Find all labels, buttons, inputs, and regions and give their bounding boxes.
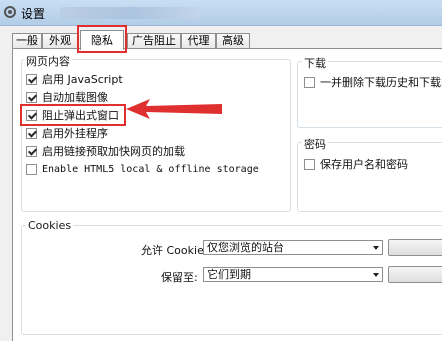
checkbox-box[interactable] <box>304 158 315 170</box>
window-title: 设置 <box>21 7 46 21</box>
download-group <box>297 61 442 128</box>
checkbox-label: Enable HTML5 local & offline storage <box>42 163 259 175</box>
checkbox-label: 启用链接预取加快网页的加载 <box>42 145 185 158</box>
tab-label: 隐私 <box>91 34 113 47</box>
keep-until-label: 保留至: <box>161 271 198 284</box>
checkbox-label: 自动加载图像 <box>42 91 108 104</box>
tab-advanced[interactable]: 高级 <box>216 33 250 49</box>
allow-cookies-select[interactable]: 仅您浏览的站台 <box>203 240 383 255</box>
checkbox-label: 启用 JavaScript <box>42 73 123 86</box>
tab-label: 代理 <box>187 34 210 47</box>
red-arrow-icon <box>126 99 222 119</box>
tab-label: 外观 <box>49 34 71 47</box>
title-bar: 设置 <box>0 0 442 26</box>
tab-label: 高级 <box>222 34 244 47</box>
tab-label: 一般 <box>16 34 38 47</box>
tab-proxy[interactable]: 代理 <box>181 33 216 49</box>
checkbox-enable-plugins[interactable]: 启用外挂程序 <box>26 126 108 140</box>
checkbox-box[interactable] <box>26 91 37 103</box>
chevron-down-icon <box>373 246 379 250</box>
tab-appearance[interactable]: 外观 <box>42 33 78 49</box>
password-title: 密码 <box>302 136 328 152</box>
checkbox-link-prefetch[interactable]: 启用链接预取加快网页的加载 <box>26 144 185 158</box>
checkbox-enable-javascript[interactable]: 启用 JavaScript <box>26 72 123 86</box>
checkbox-block-popups[interactable]: 阻止弹出式窗口 <box>26 108 119 122</box>
settings-app-icon <box>4 6 16 18</box>
keep-until-side-button[interactable] <box>388 266 442 283</box>
keep-until-select[interactable]: 它们到期 <box>203 267 383 282</box>
blurred-title-region <box>60 7 200 19</box>
keep-until-value: 它们到期 <box>207 268 251 281</box>
password-group <box>297 142 442 212</box>
tab-privacy[interactable]: 隐私 <box>80 30 124 50</box>
checkbox-label: 阻止弹出式窗口 <box>42 109 119 122</box>
checkbox-box[interactable] <box>26 109 37 121</box>
checkbox-label: 启用外挂程序 <box>42 127 108 140</box>
checkbox-box[interactable] <box>26 73 37 85</box>
allow-cookies-value: 仅您浏览的站台 <box>207 241 284 254</box>
web-content-title: 网页内容 <box>24 53 72 69</box>
checkbox-label: 一并删除下载历史和下载的文 <box>320 76 442 89</box>
allow-cookies-side-button[interactable] <box>388 239 442 256</box>
checkbox-box[interactable] <box>26 127 37 139</box>
checkbox-delete-download-history[interactable]: 一并删除下载历史和下载的文 <box>304 75 442 89</box>
checkbox-box[interactable] <box>26 163 37 175</box>
chevron-down-icon <box>373 273 379 277</box>
download-title: 下载 <box>302 55 328 71</box>
tab-general[interactable]: 一般 <box>12 33 42 49</box>
cookies-title: Cookies <box>26 219 74 232</box>
checkbox-save-password[interactable]: 保存用户名和密码 <box>304 157 408 171</box>
tab-ad-block[interactable]: 广告阻止 <box>127 33 181 49</box>
checkbox-box[interactable] <box>26 145 37 157</box>
checkbox-box[interactable] <box>304 76 315 88</box>
tab-label: 广告阻止 <box>132 34 176 47</box>
checkbox-label: 保存用户名和密码 <box>320 158 408 171</box>
checkbox-html5-storage[interactable]: Enable HTML5 local & offline storage <box>26 162 259 176</box>
checkbox-auto-load-images[interactable]: 自动加载图像 <box>26 90 108 104</box>
